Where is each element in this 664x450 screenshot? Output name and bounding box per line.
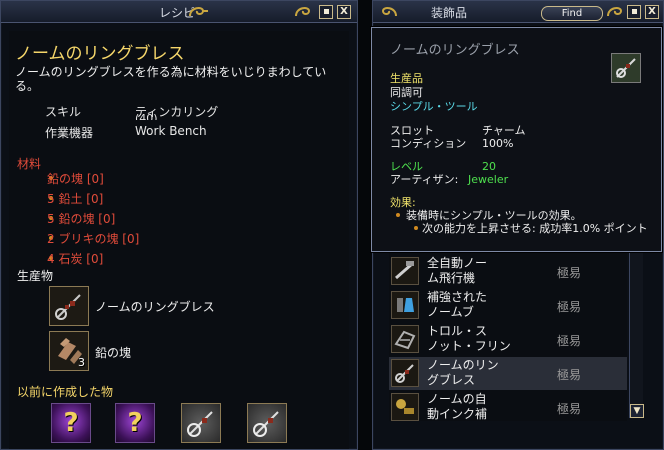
slot-value: チャーム: [482, 124, 526, 137]
product-name: 鉛の塊: [95, 346, 132, 360]
recipe-window: レシピ X ノームのリングブレス ノームのリングブレスを作る為に材料をいじりまわ…: [0, 0, 358, 450]
ring-brace-icon: [253, 411, 279, 437]
list-item[interactable]: ノームの自 動インク補 極易: [389, 391, 627, 424]
slot-label: スロット: [390, 124, 434, 137]
list-scrollbar[interactable]: ▼: [629, 246, 644, 418]
item-icon: [391, 291, 419, 319]
list-item[interactable]: 全自動ノー ム飛行機 極易: [389, 255, 627, 288]
recipe-list: 全自動ノー ム飛行機 極易 補強された ノームブ 極易 トロル・ス ノット・フリ…: [389, 241, 627, 421]
decoration-window-title: 装飾品: [431, 6, 468, 20]
item-name: 全自動ノー ム飛行機: [427, 256, 488, 285]
minimize-button[interactable]: [627, 5, 641, 19]
ring-brace-icon: [395, 364, 414, 383]
item-difficulty: 極易: [557, 300, 582, 314]
item-name: ノームのリン グブレス: [427, 358, 499, 387]
auto-inker-icon: [396, 399, 414, 414]
products-heading: 生産物: [17, 269, 54, 283]
minimize-icon: [631, 9, 637, 14]
list-item-selected[interactable]: ノームのリン グブレス 極易: [389, 357, 627, 390]
material-item[interactable]: 4 石炭 [0]: [47, 250, 103, 267]
item-name: ノームの自 動インク補: [427, 392, 488, 421]
tooltip-tag-attuneable: 同調可: [390, 86, 423, 99]
list-item[interactable]: 補強された ノームブ 極易: [389, 289, 627, 322]
tooltip-tag-type: シンプル・ツール: [390, 100, 478, 113]
item-difficulty: 極易: [557, 266, 582, 280]
recipe-body: ノームのリングブレス ノームのリングブレスを作る為に材料をいじりまわしている。 …: [9, 31, 349, 449]
device-value: Work Bench: [135, 124, 207, 138]
item-icon: [391, 359, 419, 387]
item-difficulty: 極易: [557, 368, 582, 382]
skill-label: スキル: [45, 105, 82, 119]
previous-item-slot[interactable]: ?: [115, 403, 155, 443]
swirl-ornament-icon: [295, 7, 311, 17]
material-item[interactable]: 2 ブリキの塊 [0]: [47, 230, 139, 247]
item-icon: [391, 257, 419, 285]
effect-line: 装備時にシンプル・ツールの効果。: [406, 209, 582, 222]
item-name: 補強された ノームブ: [427, 290, 488, 319]
ring-brace-icon: [187, 411, 213, 437]
recipe-titlebar[interactable]: レシピ X: [1, 1, 357, 23]
item-name: トロル・ス ノット・フリン: [427, 324, 511, 353]
item-icon: [391, 325, 419, 353]
minimize-button[interactable]: [319, 5, 333, 19]
artisan-value: Jeweler: [468, 173, 509, 186]
previous-item-slot[interactable]: [181, 403, 221, 443]
swirl-ornament-icon: [607, 7, 623, 17]
recipe-description: ノームのリングブレスを作る為に材料をいじりまわしている。: [15, 65, 327, 93]
material-item[interactable]: 鉛の塊 [0]: [47, 170, 104, 187]
potion-icon: [397, 298, 414, 312]
level-value: 20: [482, 160, 496, 173]
ring-brace-icon: [55, 294, 81, 320]
close-button[interactable]: X: [337, 5, 351, 19]
effects-heading: 効果:: [390, 196, 416, 209]
find-button[interactable]: Find: [541, 6, 603, 21]
item-difficulty: 極易: [557, 402, 582, 416]
item-difficulty: 極易: [557, 334, 582, 348]
item-tooltip: ノームのリングブレス 生産品 同調可 シンプル・ツール スロット チャーム コン…: [371, 27, 662, 252]
close-button[interactable]: X: [645, 5, 659, 19]
condition-label: コンディション: [390, 137, 467, 150]
gnome-flyer-icon: [395, 261, 414, 280]
tooltip-tag-crafted: 生産品: [390, 72, 423, 85]
artisan-label: アーティザン:: [390, 173, 459, 186]
swirl-ornament-icon: [381, 7, 397, 17]
ring-brace-icon: [616, 58, 636, 78]
condition-value: 100%: [482, 137, 514, 150]
question-mark-icon: ?: [63, 408, 79, 438]
recipe-name: ノームのリングブレス: [15, 44, 185, 64]
device-label: 作業機器: [45, 126, 94, 140]
question-mark-icon: ?: [127, 408, 143, 438]
tooltip-item-name: ノームのリングブレス: [390, 43, 520, 58]
product-slot[interactable]: 3: [49, 331, 89, 371]
material-item[interactable]: 5 鉛の塊 [0]: [47, 210, 115, 227]
skill-level: (40): [135, 113, 158, 120]
effect-line: 次の能力を上昇させる: 成功率1.0% ポイント: [422, 222, 648, 235]
materials-heading: 材料: [17, 157, 42, 171]
troll-snot-icon: [394, 330, 416, 350]
tooltip-item-icon: [611, 53, 641, 83]
swirl-ornament-icon: [189, 7, 208, 17]
product-slot[interactable]: [49, 286, 89, 326]
list-item[interactable]: トロル・ス ノット・フリン 極易: [389, 323, 627, 356]
scroll-down-button[interactable]: ▼: [630, 404, 644, 418]
previous-item-slot[interactable]: [247, 403, 287, 443]
product-count: 3: [78, 356, 85, 369]
material-item[interactable]: 5 鉛土 [0]: [47, 190, 103, 207]
minimize-icon: [323, 9, 329, 14]
item-icon: [391, 393, 419, 421]
bullet-icon: [396, 213, 400, 217]
product-name: ノームのリングブレス: [95, 300, 215, 314]
level-label: レベル: [390, 160, 423, 173]
previous-item-slot[interactable]: ?: [51, 403, 91, 443]
bullet-icon: [414, 226, 418, 230]
previous-heading: 以前に作成した物: [17, 385, 114, 399]
decoration-titlebar[interactable]: 装飾品 Find X: [373, 1, 663, 23]
